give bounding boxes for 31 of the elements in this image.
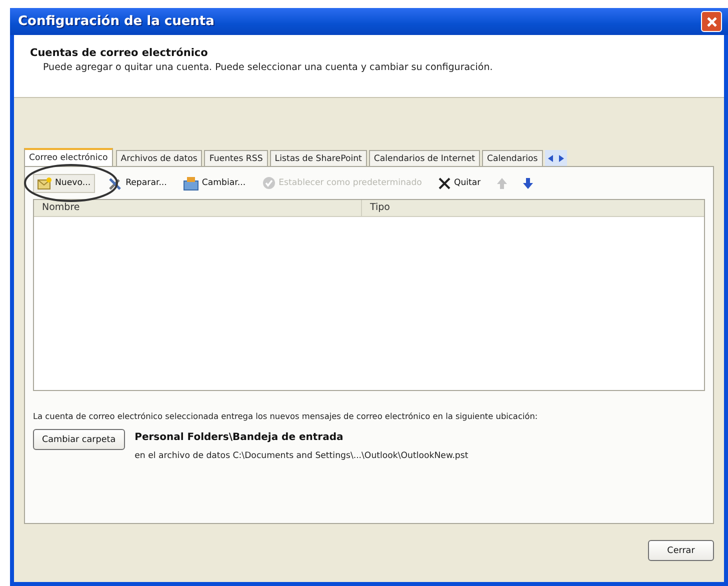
repair-button[interactable]: Reparar...: [104, 174, 170, 192]
new-button[interactable]: Nuevo...: [33, 174, 95, 192]
close-icon: [706, 16, 718, 28]
change-button[interactable]: Cambiar...: [180, 174, 249, 192]
header-title: Cuentas de correo electrónico: [30, 47, 209, 59]
tools-icon: [108, 176, 123, 190]
window-icon: [182, 176, 199, 190]
window-title: Configuración de la cuenta: [18, 14, 214, 29]
close-button[interactable]: [701, 11, 722, 32]
tab[interactable]: Calendarios de Internet: [368, 150, 480, 166]
tab[interactable]: Fuentes RSS: [204, 150, 268, 166]
close-dialog-button[interactable]: Cerrar: [648, 540, 714, 561]
column-header[interactable]: Nombre: [34, 200, 362, 216]
left-arrow-icon: [548, 154, 553, 162]
folder-name: Personal Folders\Bandeja de entrada: [134, 432, 344, 443]
tab[interactable]: Correo electrónico: [24, 148, 113, 166]
tab[interactable]: Archivos de datos: [116, 150, 202, 166]
up-arrow-icon: [496, 178, 507, 188]
checkmark-circle-icon: [262, 176, 276, 190]
header-subtitle: Puede agregar o quitar una cuenta. Puede seleccionar una cuenta y cambiar su configuración.: [43, 62, 494, 73]
tab[interactable]: Listas de SharePoint: [270, 150, 367, 166]
delivery-description: La cuenta de correo electrónico seleccionada entrega los nuevos mensajes de correo electrónico en la siguiente ubicación:: [33, 411, 539, 421]
right-arrow-icon: [558, 154, 564, 162]
tab[interactable]: Calendarios: [482, 150, 543, 166]
column-header[interactable]: Tipo: [362, 200, 704, 216]
x-icon: [438, 176, 451, 190]
data-file-path: en el archivo de datos C:\Documents and Settings\...\Outlook\OutlookNew.pst: [134, 451, 468, 461]
envelope-icon: [37, 176, 52, 190]
remove-button[interactable]: Quitar: [434, 176, 484, 190]
down-arrow-icon: [522, 178, 533, 188]
change-folder-button[interactable]: Cambiar carpeta: [33, 429, 125, 450]
